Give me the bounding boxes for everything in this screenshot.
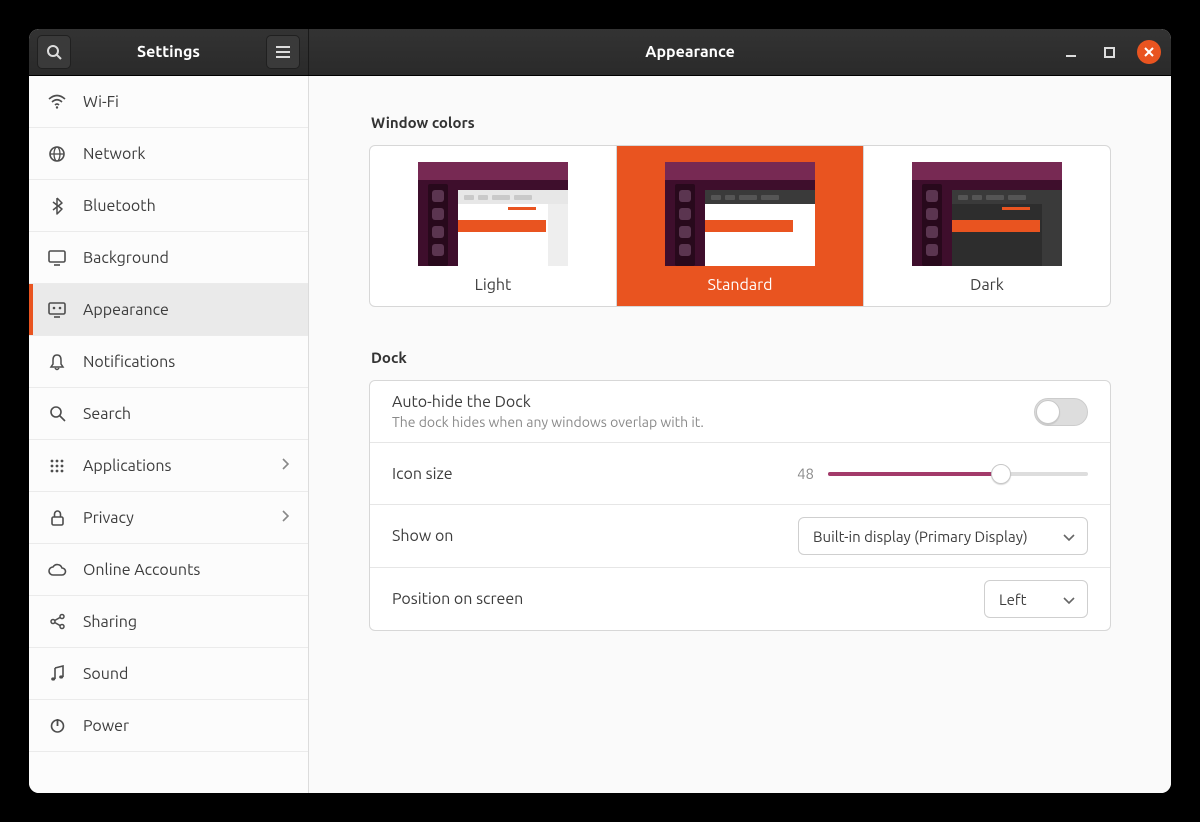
theme-label: Dark [970,276,1004,294]
show-on-value: Built-in display (Primary Display) [813,528,1028,545]
sidebar-item-label: Wi-Fi [83,93,119,111]
theme-label: Standard [708,276,773,294]
theme-thumbnail-light [418,162,568,266]
theme-option-dark[interactable]: Dark [864,146,1110,306]
settings-sidebar: Wi-Fi Network Bluetooth Background [29,76,309,793]
autohide-description: The dock hides when any windows overlap … [392,414,704,430]
position-value: Left [999,591,1027,608]
bell-icon [47,353,67,371]
sidebar-item-label: Bluetooth [83,197,156,215]
sidebar-item-bluetooth[interactable]: Bluetooth [29,180,308,232]
power-icon [47,717,67,734]
headerbar-right: Appearance [309,29,1171,75]
autohide-row: Auto-hide the Dock The dock hides when a… [370,381,1110,443]
chevron-right-icon [281,457,290,475]
sidebar-item-label: Notifications [83,353,175,371]
lock-icon [47,509,67,527]
chevron-down-icon [1063,528,1075,545]
theme-option-standard[interactable]: Standard [617,146,864,306]
sidebar-item-power[interactable]: Power [29,700,308,752]
sidebar-item-appearance[interactable]: Appearance [29,284,308,336]
sidebar-item-label: Network [83,145,145,163]
maximize-button[interactable] [1099,42,1119,62]
sidebar-item-search[interactable]: Search [29,388,308,440]
grid-icon [47,458,67,474]
appearance-icon [47,302,67,318]
headerbar: Settings Appearance [29,29,1171,76]
globe-icon [47,145,67,163]
icon-size-value: 48 [797,465,814,482]
sidebar-item-sharing[interactable]: Sharing [29,596,308,648]
theme-label: Light [475,276,512,294]
sidebar-item-label: Privacy [83,509,134,527]
sidebar-item-label: Applications [83,457,171,475]
monitor-icon [47,250,67,266]
sidebar-item-wifi[interactable]: Wi-Fi [29,76,308,128]
wifi-icon [47,93,67,111]
position-label: Position on screen [392,590,523,608]
music-icon [47,665,67,682]
sidebar-item-privacy[interactable]: Privacy [29,492,308,544]
search-icon [47,405,67,422]
chevron-right-icon [281,509,290,527]
icon-size-slider[interactable] [828,464,1088,484]
autohide-label: Auto-hide the Dock [392,393,704,411]
sidebar-item-label: Online Accounts [83,561,200,579]
sidebar-item-sound[interactable]: Sound [29,648,308,700]
show-on-row: Show on Built-in display (Primary Displa… [370,505,1110,568]
close-icon [1144,47,1154,57]
theme-option-light[interactable]: Light [370,146,617,306]
icon-size-label: Icon size [392,465,453,483]
sidebar-item-label: Appearance [83,301,169,319]
theme-chooser: Light Standard [369,145,1111,307]
bluetooth-icon [47,197,67,215]
hamburger-menu-button[interactable] [266,35,300,69]
sidebar-item-notifications[interactable]: Notifications [29,336,308,388]
maximize-icon [1104,47,1115,58]
autohide-switch[interactable] [1034,398,1088,426]
appearance-panel: Window colors Light [309,76,1171,793]
dock-settings-card: Auto-hide the Dock The dock hides when a… [369,380,1111,631]
position-combo[interactable]: Left [984,580,1088,618]
page-title: Appearance [319,43,1061,61]
position-row: Position on screen Left [370,568,1110,630]
theme-thumbnail-dark [912,162,1062,266]
sidebar-item-label: Search [83,405,131,423]
sidebar-item-label: Power [83,717,129,735]
sidebar-item-label: Sound [83,665,128,683]
headerbar-left: Settings [29,29,309,75]
sidebar-item-online-accounts[interactable]: Online Accounts [29,544,308,596]
show-on-label: Show on [392,527,453,545]
hamburger-icon [275,45,291,59]
sidebar-item-background[interactable]: Background [29,232,308,284]
window-controls [1061,40,1161,64]
sidebar-item-network[interactable]: Network [29,128,308,180]
dock-section-title: Dock [371,349,1111,366]
show-on-combo[interactable]: Built-in display (Primary Display) [798,517,1088,555]
minimize-icon [1065,46,1077,58]
sidebar-item-label: Sharing [83,613,137,631]
theme-thumbnail-standard [665,162,815,266]
cloud-icon [47,563,67,577]
close-button[interactable] [1137,40,1161,64]
minimize-button[interactable] [1061,42,1081,62]
chevron-down-icon [1063,591,1075,608]
sidebar-item-applications[interactable]: Applications [29,440,308,492]
icon-size-row: Icon size 48 [370,443,1110,505]
sidebar-item-label: Background [83,249,169,267]
search-button[interactable] [37,35,71,69]
search-icon [46,44,62,60]
settings-title: Settings [77,43,260,61]
share-icon [47,613,67,630]
window-colors-title: Window colors [371,114,1111,131]
